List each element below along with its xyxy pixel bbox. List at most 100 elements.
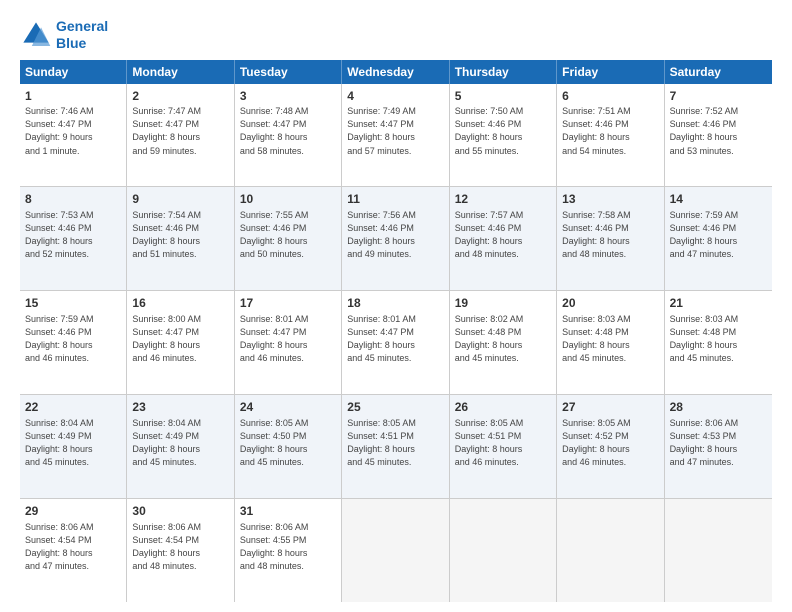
day-number: 17 — [240, 295, 336, 312]
header: General Blue — [20, 18, 772, 52]
calendar-cell: 13Sunrise: 7:58 AM Sunset: 4:46 PM Dayli… — [557, 187, 664, 290]
calendar-cell: 15Sunrise: 7:59 AM Sunset: 4:46 PM Dayli… — [20, 291, 127, 394]
day-number: 9 — [132, 191, 228, 208]
day-info: Sunrise: 7:55 AM Sunset: 4:46 PM Dayligh… — [240, 209, 336, 261]
day-number: 15 — [25, 295, 121, 312]
day-info: Sunrise: 8:06 AM Sunset: 4:54 PM Dayligh… — [132, 521, 228, 573]
day-info: Sunrise: 8:02 AM Sunset: 4:48 PM Dayligh… — [455, 313, 551, 365]
day-number: 22 — [25, 399, 121, 416]
calendar-cell — [342, 499, 449, 602]
calendar-row-2: 8Sunrise: 7:53 AM Sunset: 4:46 PM Daylig… — [20, 187, 772, 291]
day-info: Sunrise: 7:47 AM Sunset: 4:47 PM Dayligh… — [132, 105, 228, 157]
day-info: Sunrise: 8:06 AM Sunset: 4:54 PM Dayligh… — [25, 521, 121, 573]
day-number: 27 — [562, 399, 658, 416]
calendar-cell: 19Sunrise: 8:02 AM Sunset: 4:48 PM Dayli… — [450, 291, 557, 394]
calendar-cell: 21Sunrise: 8:03 AM Sunset: 4:48 PM Dayli… — [665, 291, 772, 394]
day-info: Sunrise: 7:52 AM Sunset: 4:46 PM Dayligh… — [670, 105, 767, 157]
calendar-cell: 5Sunrise: 7:50 AM Sunset: 4:46 PM Daylig… — [450, 84, 557, 187]
day-info: Sunrise: 8:05 AM Sunset: 4:50 PM Dayligh… — [240, 417, 336, 469]
day-number: 24 — [240, 399, 336, 416]
weekday-header-friday: Friday — [557, 60, 664, 84]
day-number: 28 — [670, 399, 767, 416]
day-number: 8 — [25, 191, 121, 208]
day-number: 3 — [240, 88, 336, 105]
day-info: Sunrise: 8:06 AM Sunset: 4:55 PM Dayligh… — [240, 521, 336, 573]
page: General Blue SundayMondayTuesdayWednesda… — [0, 0, 792, 612]
calendar-row-3: 15Sunrise: 7:59 AM Sunset: 4:46 PM Dayli… — [20, 291, 772, 395]
day-info: Sunrise: 8:05 AM Sunset: 4:51 PM Dayligh… — [455, 417, 551, 469]
calendar-cell: 22Sunrise: 8:04 AM Sunset: 4:49 PM Dayli… — [20, 395, 127, 498]
day-number: 7 — [670, 88, 767, 105]
day-number: 10 — [240, 191, 336, 208]
logo-text: General Blue — [56, 18, 108, 52]
calendar-cell — [557, 499, 664, 602]
calendar-cell: 6Sunrise: 7:51 AM Sunset: 4:46 PM Daylig… — [557, 84, 664, 187]
day-number: 23 — [132, 399, 228, 416]
weekday-header-sunday: Sunday — [20, 60, 127, 84]
day-info: Sunrise: 8:04 AM Sunset: 4:49 PM Dayligh… — [132, 417, 228, 469]
day-number: 2 — [132, 88, 228, 105]
day-number: 30 — [132, 503, 228, 520]
day-info: Sunrise: 7:57 AM Sunset: 4:46 PM Dayligh… — [455, 209, 551, 261]
day-info: Sunrise: 8:03 AM Sunset: 4:48 PM Dayligh… — [670, 313, 767, 365]
calendar-cell: 8Sunrise: 7:53 AM Sunset: 4:46 PM Daylig… — [20, 187, 127, 290]
day-info: Sunrise: 7:54 AM Sunset: 4:46 PM Dayligh… — [132, 209, 228, 261]
day-number: 26 — [455, 399, 551, 416]
day-info: Sunrise: 8:03 AM Sunset: 4:48 PM Dayligh… — [562, 313, 658, 365]
calendar-cell — [450, 499, 557, 602]
calendar-cell: 14Sunrise: 7:59 AM Sunset: 4:46 PM Dayli… — [665, 187, 772, 290]
day-number: 18 — [347, 295, 443, 312]
day-info: Sunrise: 7:59 AM Sunset: 4:46 PM Dayligh… — [670, 209, 767, 261]
day-number: 11 — [347, 191, 443, 208]
calendar: SundayMondayTuesdayWednesdayThursdayFrid… — [20, 60, 772, 602]
calendar-cell: 25Sunrise: 8:05 AM Sunset: 4:51 PM Dayli… — [342, 395, 449, 498]
day-info: Sunrise: 7:59 AM Sunset: 4:46 PM Dayligh… — [25, 313, 121, 365]
day-number: 4 — [347, 88, 443, 105]
calendar-cell: 7Sunrise: 7:52 AM Sunset: 4:46 PM Daylig… — [665, 84, 772, 187]
day-number: 16 — [132, 295, 228, 312]
day-number: 21 — [670, 295, 767, 312]
calendar-cell: 17Sunrise: 8:01 AM Sunset: 4:47 PM Dayli… — [235, 291, 342, 394]
calendar-header: SundayMondayTuesdayWednesdayThursdayFrid… — [20, 60, 772, 84]
day-number: 6 — [562, 88, 658, 105]
day-info: Sunrise: 7:50 AM Sunset: 4:46 PM Dayligh… — [455, 105, 551, 157]
weekday-header-monday: Monday — [127, 60, 234, 84]
day-number: 12 — [455, 191, 551, 208]
day-info: Sunrise: 8:06 AM Sunset: 4:53 PM Dayligh… — [670, 417, 767, 469]
calendar-cell — [665, 499, 772, 602]
calendar-cell: 28Sunrise: 8:06 AM Sunset: 4:53 PM Dayli… — [665, 395, 772, 498]
day-info: Sunrise: 8:04 AM Sunset: 4:49 PM Dayligh… — [25, 417, 121, 469]
calendar-cell: 29Sunrise: 8:06 AM Sunset: 4:54 PM Dayli… — [20, 499, 127, 602]
calendar-cell: 2Sunrise: 7:47 AM Sunset: 4:47 PM Daylig… — [127, 84, 234, 187]
day-info: Sunrise: 7:48 AM Sunset: 4:47 PM Dayligh… — [240, 105, 336, 157]
calendar-cell: 30Sunrise: 8:06 AM Sunset: 4:54 PM Dayli… — [127, 499, 234, 602]
calendar-cell: 12Sunrise: 7:57 AM Sunset: 4:46 PM Dayli… — [450, 187, 557, 290]
day-number: 25 — [347, 399, 443, 416]
calendar-cell: 27Sunrise: 8:05 AM Sunset: 4:52 PM Dayli… — [557, 395, 664, 498]
day-number: 20 — [562, 295, 658, 312]
calendar-cell: 11Sunrise: 7:56 AM Sunset: 4:46 PM Dayli… — [342, 187, 449, 290]
day-info: Sunrise: 7:56 AM Sunset: 4:46 PM Dayligh… — [347, 209, 443, 261]
calendar-cell: 10Sunrise: 7:55 AM Sunset: 4:46 PM Dayli… — [235, 187, 342, 290]
calendar-cell: 1Sunrise: 7:46 AM Sunset: 4:47 PM Daylig… — [20, 84, 127, 187]
calendar-row-4: 22Sunrise: 8:04 AM Sunset: 4:49 PM Dayli… — [20, 395, 772, 499]
day-number: 13 — [562, 191, 658, 208]
calendar-cell: 3Sunrise: 7:48 AM Sunset: 4:47 PM Daylig… — [235, 84, 342, 187]
day-info: Sunrise: 8:05 AM Sunset: 4:51 PM Dayligh… — [347, 417, 443, 469]
day-info: Sunrise: 7:46 AM Sunset: 4:47 PM Dayligh… — [25, 105, 121, 157]
calendar-cell: 20Sunrise: 8:03 AM Sunset: 4:48 PM Dayli… — [557, 291, 664, 394]
day-number: 1 — [25, 88, 121, 105]
calendar-cell: 18Sunrise: 8:01 AM Sunset: 4:47 PM Dayli… — [342, 291, 449, 394]
calendar-cell: 24Sunrise: 8:05 AM Sunset: 4:50 PM Dayli… — [235, 395, 342, 498]
day-info: Sunrise: 8:05 AM Sunset: 4:52 PM Dayligh… — [562, 417, 658, 469]
day-info: Sunrise: 8:01 AM Sunset: 4:47 PM Dayligh… — [347, 313, 443, 365]
day-info: Sunrise: 7:51 AM Sunset: 4:46 PM Dayligh… — [562, 105, 658, 157]
weekday-header-saturday: Saturday — [665, 60, 772, 84]
day-number: 19 — [455, 295, 551, 312]
day-info: Sunrise: 8:00 AM Sunset: 4:47 PM Dayligh… — [132, 313, 228, 365]
day-number: 14 — [670, 191, 767, 208]
weekday-header-tuesday: Tuesday — [235, 60, 342, 84]
calendar-cell: 9Sunrise: 7:54 AM Sunset: 4:46 PM Daylig… — [127, 187, 234, 290]
weekday-header-wednesday: Wednesday — [342, 60, 449, 84]
calendar-cell: 31Sunrise: 8:06 AM Sunset: 4:55 PM Dayli… — [235, 499, 342, 602]
